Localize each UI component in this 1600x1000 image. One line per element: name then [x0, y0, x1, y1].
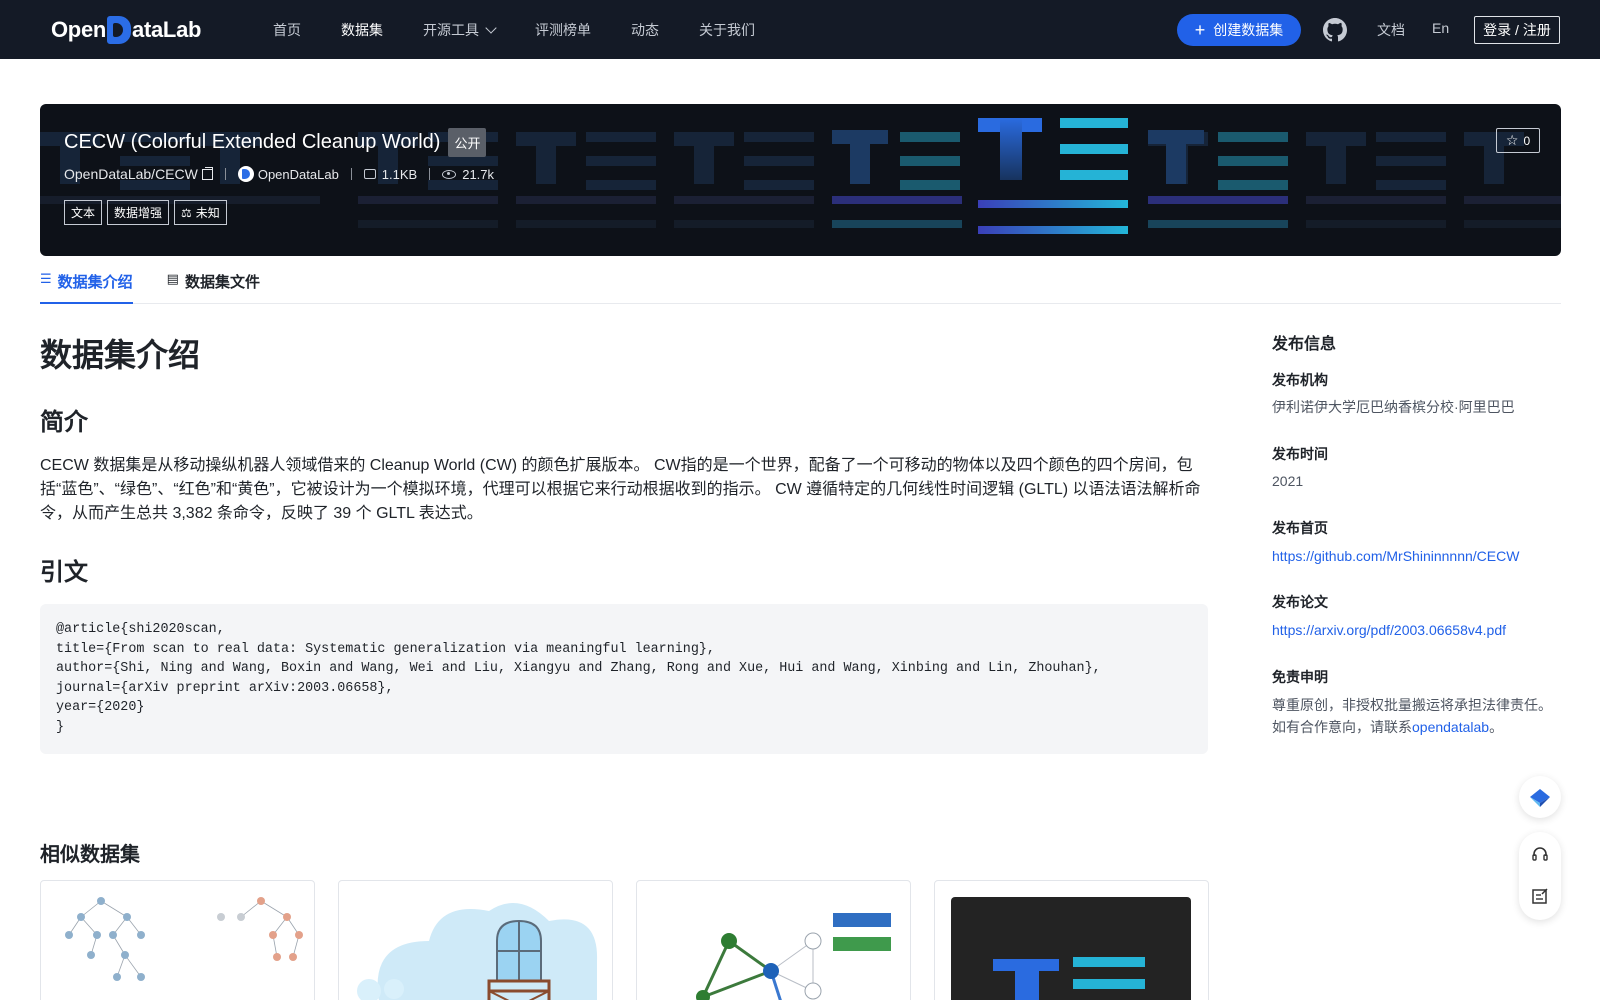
paper-link[interactable]: https://arxiv.org/pdf/2003.06658v4.pdf: [1272, 622, 1506, 638]
dataset-tabs: ☰ 数据集介绍 ▤ 数据集文件: [40, 268, 1561, 304]
nav-item-label: 开源工具: [423, 21, 479, 38]
org-avatar: [237, 166, 254, 182]
assistant-logo-icon: [1530, 789, 1550, 807]
tree-diagram-thumbnail: [65, 897, 303, 981]
logo-mark-icon: [107, 16, 132, 44]
similar-dataset-card[interactable]: [934, 880, 1209, 1000]
nav-item-label: 动态: [631, 21, 659, 38]
repo-path: OpenDataLab/CECW: [64, 166, 198, 182]
visibility-badge: 公开: [448, 128, 487, 157]
file-icon: ▤: [166, 271, 179, 286]
tab-dataset-files[interactable]: ▤ 数据集文件: [167, 268, 260, 304]
assistant-button[interactable]: [1519, 776, 1561, 818]
paper-label: 发布论文: [1272, 594, 1328, 610]
star-count: 0: [1523, 133, 1531, 148]
top-navbar: Open ataLab 首页 数据集 开源工具 评测榜单 动态 关于我们 + 创…: [0, 0, 1600, 59]
nav-item-label: 数据集: [341, 21, 383, 38]
dataset-logo-thumbnail: [951, 897, 1191, 1000]
similar-dataset-card[interactable]: [338, 880, 613, 1000]
tab-label: 数据集介绍: [57, 274, 133, 291]
license-value: 未知: [195, 206, 220, 220]
dataset-size: 1.1KB: [381, 166, 418, 182]
opendatalab-logo[interactable]: Open ataLab: [51, 14, 201, 46]
citation-heading: 引文: [40, 559, 88, 586]
graph-diagram-thumbnail: [696, 913, 891, 1000]
star-button[interactable]: ☆ 0: [1496, 128, 1540, 153]
copy-icon[interactable]: [201, 166, 213, 180]
login-label: 登录 / 注册: [1483, 22, 1551, 38]
nav-item-home[interactable]: 首页: [273, 20, 301, 40]
similar-dataset-card[interactable]: [636, 880, 911, 1000]
database-icon: ☰: [40, 271, 52, 286]
disclaimer-prefix: 如有合作意向，请联系: [1272, 719, 1412, 735]
meta-divider: [429, 168, 431, 180]
license-tag[interactable]: ⚖ 未知: [174, 200, 227, 225]
intro-heading: 简介: [40, 409, 88, 436]
tag-text[interactable]: 文本: [64, 200, 103, 225]
nav-item-label: 评测榜单: [535, 21, 591, 38]
homepage-label: 发布首页: [1272, 520, 1328, 536]
disclaimer-line-2: 如有合作意向，请联系opendatalab。: [1272, 716, 1562, 738]
dataset-title-row: CECW (Colorful Extended Cleanup World) 公…: [64, 128, 487, 157]
disclaimer-suffix: 。: [1489, 719, 1504, 735]
nav-item-leaderboard[interactable]: 评测榜单: [535, 20, 591, 40]
dataset-meta: OpenDataLab/CECW OpenDataLab 1.1KB 21.7k: [64, 166, 494, 182]
meta-divider: [224, 168, 226, 180]
publisher-label: 发布机构: [1272, 372, 1328, 388]
logo-text-left: Open: [51, 17, 107, 42]
window-illustration-thumbnail: [357, 903, 598, 1000]
docs-link[interactable]: 文档: [1377, 20, 1405, 40]
similar-dataset-card[interactable]: [40, 880, 315, 1000]
page-title: 数据集介绍: [40, 337, 201, 373]
storage-icon: [363, 169, 376, 179]
chevron-down-icon: [485, 21, 497, 34]
headset-icon[interactable]: [1530, 844, 1550, 864]
publish-time-label: 发布时间: [1272, 446, 1328, 462]
view-count: 21.7k: [462, 166, 495, 182]
meta-divider: [350, 168, 352, 180]
publisher-value: 伊利诺伊大学厄巴纳香槟分校·阿里巴巴: [1272, 399, 1515, 415]
similar-datasets-title: 相似数据集: [40, 844, 140, 866]
eye-icon: [442, 169, 457, 179]
tag-data-augmentation[interactable]: 数据增强: [107, 200, 170, 225]
create-dataset-label: 创建数据集: [1213, 22, 1284, 38]
nav-item-label: 关于我们: [699, 21, 755, 38]
tab-dataset-intro[interactable]: ☰ 数据集介绍: [40, 268, 133, 304]
disclaimer-label: 免责申明: [1272, 669, 1328, 685]
dataset-hero-banner: CECW (Colorful Extended Cleanup World) 公…: [40, 104, 1561, 256]
citation-code-block: @article{shi2020scan, title={From scan t…: [40, 604, 1208, 754]
floating-toolbar: [1519, 832, 1561, 920]
main-nav: 首页 数据集 开源工具 评测榜单 动态 关于我们: [273, 0, 795, 59]
github-icon[interactable]: [1323, 18, 1347, 42]
disclaimer-line-1: 尊重原创，非授权批量搬运将承担法律责任。: [1272, 697, 1552, 713]
contact-link[interactable]: opendatalab: [1412, 719, 1489, 735]
feedback-edit-icon[interactable]: [1530, 886, 1550, 906]
login-register-button[interactable]: 登录 / 注册: [1474, 16, 1560, 44]
nav-item-news[interactable]: 动态: [631, 20, 659, 40]
dataset-title: CECW (Colorful Extended Cleanup World): [64, 131, 441, 153]
homepage-link[interactable]: https://github.com/MrShininnnnn/CECW: [1272, 548, 1519, 564]
org-name[interactable]: OpenDataLab: [258, 167, 339, 182]
nav-item-about[interactable]: 关于我们: [699, 20, 755, 40]
publish-time-value: 2021: [1272, 473, 1304, 489]
language-switch[interactable]: En: [1432, 20, 1449, 36]
dataset-tags: 文本 数据增强 ⚖ 未知: [64, 200, 232, 225]
plus-icon: +: [1194, 20, 1206, 40]
star-icon: ☆: [1505, 132, 1519, 148]
publish-info-title: 发布信息: [1272, 336, 1337, 353]
logo-text-right: ataLab: [132, 17, 202, 42]
tab-label: 数据集文件: [184, 274, 260, 291]
nav-item-open-tools[interactable]: 开源工具: [423, 20, 497, 40]
nav-item-label: 首页: [273, 21, 301, 38]
nav-item-datasets[interactable]: 数据集: [341, 20, 383, 40]
intro-paragraph: CECW 数据集是从移动操纵机器人领域借来的 Cleanup World (CW…: [40, 457, 1201, 522]
disclaimer-text: 尊重原创，非授权批量搬运将承担法律责任。 如有合作意向，请联系opendatal…: [1272, 694, 1562, 738]
scale-icon: ⚖: [181, 205, 192, 220]
create-dataset-button[interactable]: + 创建数据集: [1177, 14, 1301, 46]
